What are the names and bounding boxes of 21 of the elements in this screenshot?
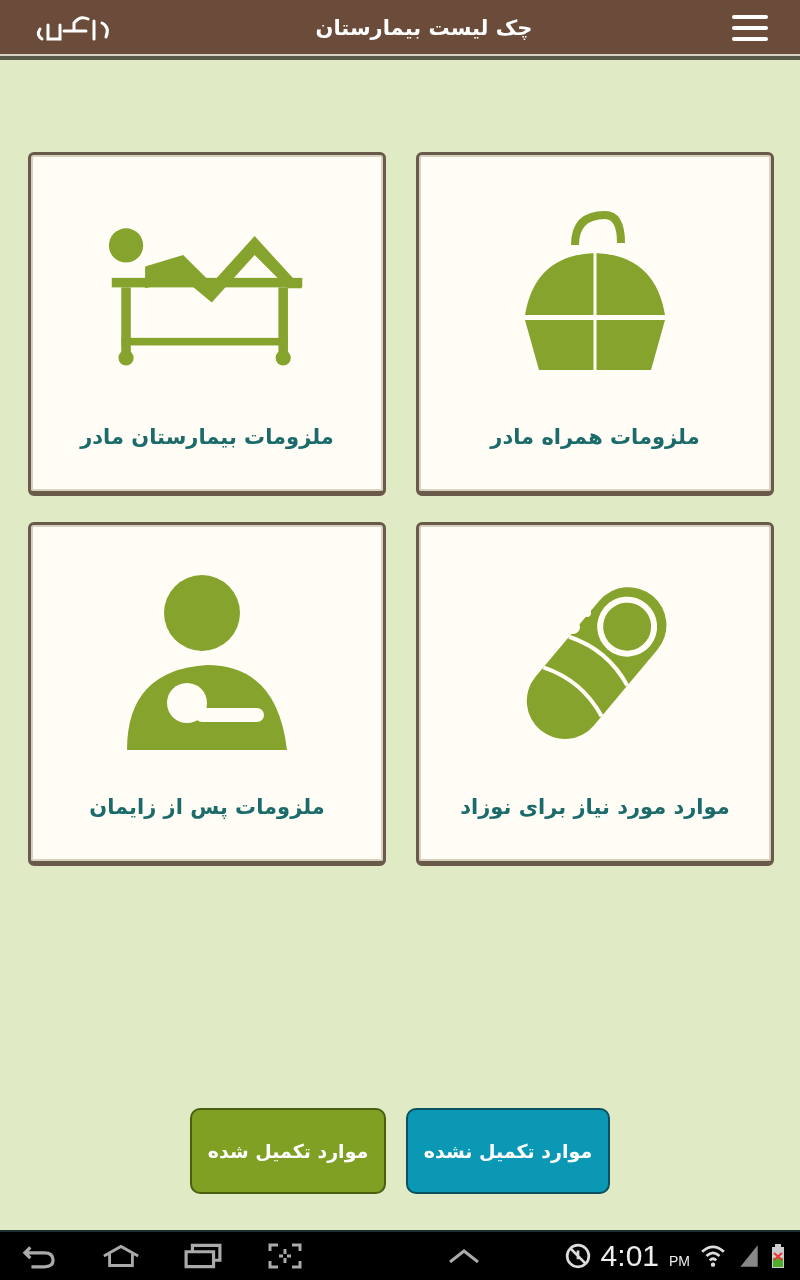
category-label: ملزومات بیمارستان مادر xyxy=(80,425,334,449)
category-card[interactable]: موارد مورد نیاز برای نوزاد xyxy=(416,522,774,866)
recent-apps-icon[interactable] xyxy=(184,1243,222,1269)
home-icon[interactable] xyxy=(102,1243,140,1269)
category-card[interactable]: ملزومات پس از زایمان xyxy=(28,522,386,866)
category-label: موارد مورد نیاز برای نوزاد xyxy=(460,795,730,819)
clock-period: PM xyxy=(669,1253,690,1269)
category-card[interactable]: ملزومات بیمارستان مادر xyxy=(28,152,386,496)
category-card[interactable]: ملزومات همراه مادر xyxy=(416,152,774,496)
menu-icon[interactable] xyxy=(732,15,768,41)
category-label: ملزومات پس از زایمان xyxy=(89,795,325,819)
screenshot-icon[interactable] xyxy=(266,1243,304,1269)
clock-time: 4:01 xyxy=(600,1239,659,1273)
blocked-status-icon xyxy=(564,1243,591,1269)
battery-icon xyxy=(772,1243,784,1269)
wifi-icon xyxy=(700,1243,726,1269)
app-title: چک لیست بیمارستان xyxy=(315,16,533,40)
chevron-up-icon[interactable] xyxy=(448,1249,480,1263)
back-icon[interactable] xyxy=(20,1243,58,1269)
category-label: ملزومات همراه مادر xyxy=(490,425,700,449)
incomplete-items-button[interactable]: موارد تکمیل نشده xyxy=(406,1108,610,1194)
